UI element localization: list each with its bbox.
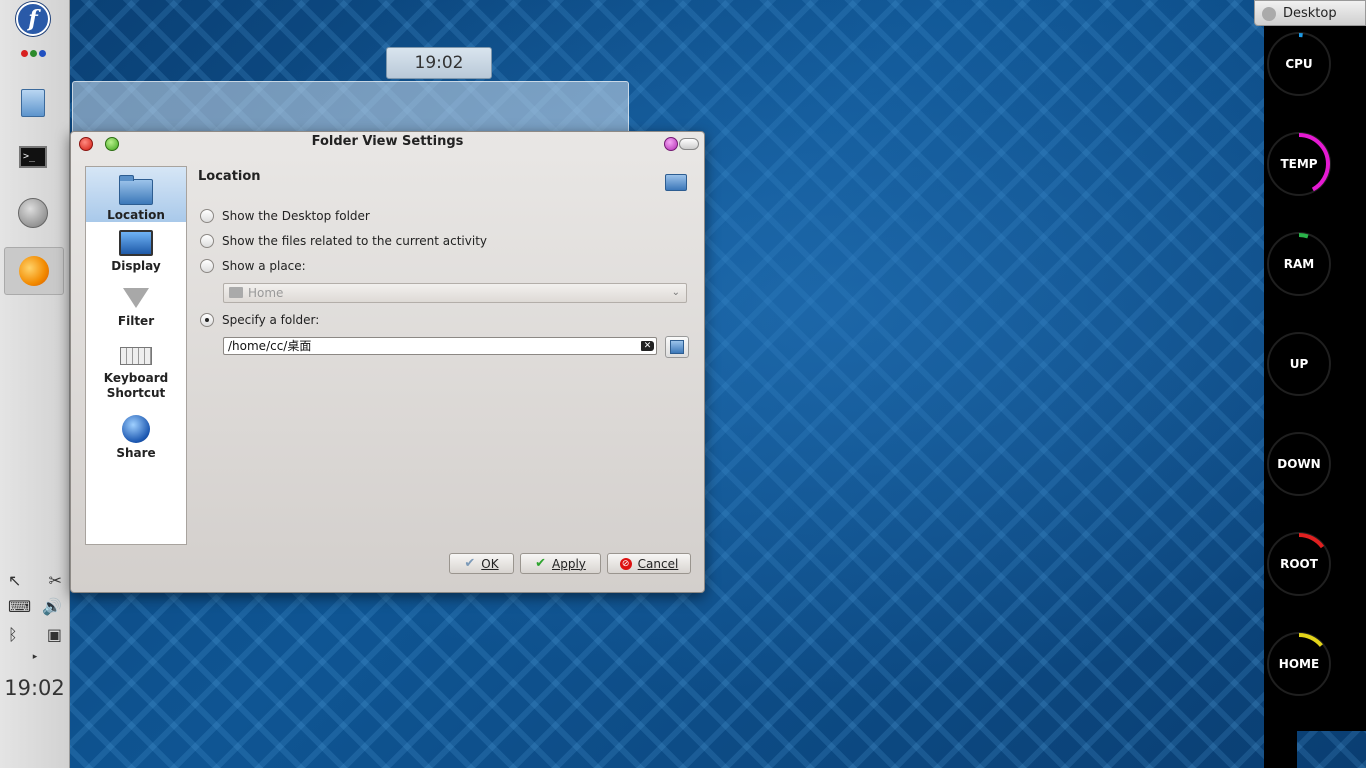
system-tray-row-1: ↖ ✂ bbox=[8, 571, 62, 590]
maximize-button[interactable] bbox=[105, 137, 119, 151]
page-filter[interactable]: Filter bbox=[86, 286, 186, 336]
keyboard-icon bbox=[120, 347, 152, 365]
browser-launcher[interactable] bbox=[14, 194, 52, 232]
gauge-label: HOME bbox=[1278, 657, 1320, 671]
bluetooth-icon[interactable]: ᛒ bbox=[8, 625, 18, 644]
network-icon[interactable]: ▣ bbox=[47, 625, 62, 644]
close-button[interactable] bbox=[79, 137, 93, 151]
gauge-label: CPU bbox=[1285, 57, 1313, 71]
check-icon: ✔ bbox=[464, 556, 476, 571]
title-bar[interactable]: Folder View Settings bbox=[71, 132, 704, 154]
radio-activity-files[interactable] bbox=[200, 234, 214, 248]
monitor-icon bbox=[119, 230, 153, 256]
volume-icon[interactable]: 🔊 bbox=[42, 597, 62, 616]
page-label: Filter bbox=[117, 314, 155, 328]
page-list: Location Display Filter Keyboard Shortcu… bbox=[85, 166, 187, 545]
page-share[interactable]: Share bbox=[86, 415, 186, 465]
option-label: Show the Desktop folder bbox=[222, 209, 370, 223]
activity-dots-icon bbox=[20, 49, 46, 57]
file-manager-icon bbox=[21, 89, 45, 117]
gauge-label: DOWN bbox=[1277, 457, 1321, 471]
shade-button[interactable] bbox=[679, 138, 699, 150]
globe-icon bbox=[122, 415, 150, 443]
page-label: Keyboard Shortcut bbox=[103, 371, 169, 400]
cancel-button[interactable]: ⊘ Cancel bbox=[607, 553, 691, 574]
option-label: Specify a folder: bbox=[222, 313, 320, 327]
page-label: Share bbox=[116, 446, 156, 460]
option-activity-files[interactable]: Show the files related to the current ac… bbox=[200, 234, 487, 248]
gauge-up: UP bbox=[1267, 332, 1331, 396]
option-show-place[interactable]: Show a place: bbox=[200, 259, 306, 273]
place-value: Home bbox=[248, 286, 284, 300]
gauge-root: ROOT bbox=[1267, 532, 1331, 596]
gauge-ram: RAM bbox=[1267, 232, 1331, 296]
fedora-logo-icon: f bbox=[16, 2, 50, 36]
option-label: Show a place: bbox=[222, 259, 306, 273]
browser-icon bbox=[18, 198, 48, 228]
cancel-icon: ⊘ bbox=[619, 557, 632, 570]
tray-expand: ▸ bbox=[8, 652, 62, 662]
tray-expand-icon[interactable]: ▸ bbox=[33, 652, 38, 662]
terminal-launcher[interactable]: >_ bbox=[14, 138, 52, 176]
place-combo[interactable]: Home ⌄ bbox=[223, 283, 687, 303]
system-monitor-strip bbox=[1264, 731, 1297, 768]
gauge-down: DOWN bbox=[1267, 432, 1331, 496]
button-label: OK bbox=[481, 556, 499, 571]
keyboard-icon[interactable]: ⌨ bbox=[8, 597, 31, 616]
gauge-label: RAM bbox=[1283, 257, 1315, 271]
clear-text-icon[interactable]: ✕ bbox=[641, 341, 654, 351]
scissors-icon[interactable]: ✂ bbox=[49, 571, 62, 590]
gauge-label: TEMP bbox=[1280, 157, 1318, 171]
option-desktop-folder[interactable]: Show the Desktop folder bbox=[200, 209, 370, 223]
option-label: Show the files related to the current ac… bbox=[222, 234, 488, 248]
page-label: Display bbox=[111, 259, 161, 273]
kde-settings-icon bbox=[19, 256, 49, 286]
activity-button[interactable]: Desktop bbox=[1254, 0, 1366, 26]
folder-path-input[interactable]: /home/cc/桌面 bbox=[223, 337, 657, 355]
gauge-cpu: CPU bbox=[1267, 32, 1331, 96]
chevron-down-icon: ⌄ bbox=[671, 287, 680, 298]
activity-label: Desktop bbox=[1283, 6, 1337, 21]
system-tray-row-3: ᛒ ▣ bbox=[8, 625, 62, 644]
help-button[interactable] bbox=[664, 137, 678, 151]
browse-folder-button[interactable] bbox=[665, 336, 689, 358]
activity-dots-button[interactable] bbox=[14, 36, 52, 70]
folder-icon bbox=[665, 174, 687, 191]
left-panel: f >_ ↖ ✂ ⌨ 🔊 ᛒ ▣ ▸ 19:02 bbox=[0, 0, 70, 768]
page-display[interactable]: Display bbox=[86, 230, 186, 280]
page-location[interactable]: Location bbox=[86, 167, 186, 222]
ok-button[interactable]: ✔ OK bbox=[449, 553, 514, 574]
radio-desktop-folder[interactable] bbox=[200, 209, 214, 223]
dialog-title: Folder View Settings bbox=[311, 134, 464, 149]
folder-view-settings-dialog: Folder View Settings Location Display Fi… bbox=[70, 131, 705, 593]
folder-open-icon bbox=[670, 340, 684, 354]
radio-show-place[interactable] bbox=[200, 259, 214, 273]
system-tray-row-2: ⌨ 🔊 bbox=[8, 597, 62, 616]
fedora-menu-button[interactable]: f bbox=[14, 0, 52, 38]
page-label: Location bbox=[107, 208, 165, 222]
option-specify-folder[interactable]: Specify a folder: bbox=[200, 313, 319, 327]
kde-settings-launcher[interactable] bbox=[4, 247, 64, 295]
page-keyboard-shortcut[interactable]: Keyboard Shortcut bbox=[86, 347, 186, 407]
folder-icon bbox=[119, 175, 153, 205]
pointer-icon[interactable]: ↖ bbox=[8, 571, 21, 590]
apply-button[interactable]: ✔ Apply bbox=[520, 553, 601, 574]
gauge-temp: TEMP bbox=[1267, 132, 1331, 196]
button-label: Apply bbox=[552, 556, 586, 571]
clock-widget: 19:02 bbox=[386, 47, 492, 79]
section-title: Location bbox=[198, 169, 261, 184]
activity-icon bbox=[1262, 7, 1276, 21]
gauge-home: HOME bbox=[1267, 632, 1331, 696]
panel-clock[interactable]: 19:02 bbox=[0, 676, 69, 700]
file-manager-launcher[interactable] bbox=[14, 84, 52, 122]
funnel-icon bbox=[123, 288, 149, 308]
home-icon bbox=[229, 287, 243, 298]
terminal-icon: >_ bbox=[19, 146, 47, 168]
check-icon: ✔ bbox=[535, 556, 546, 571]
button-label: Cancel bbox=[637, 556, 679, 571]
gauge-label: UP bbox=[1289, 357, 1309, 371]
gauge-label: ROOT bbox=[1280, 557, 1318, 571]
radio-specify-folder[interactable] bbox=[200, 313, 214, 327]
